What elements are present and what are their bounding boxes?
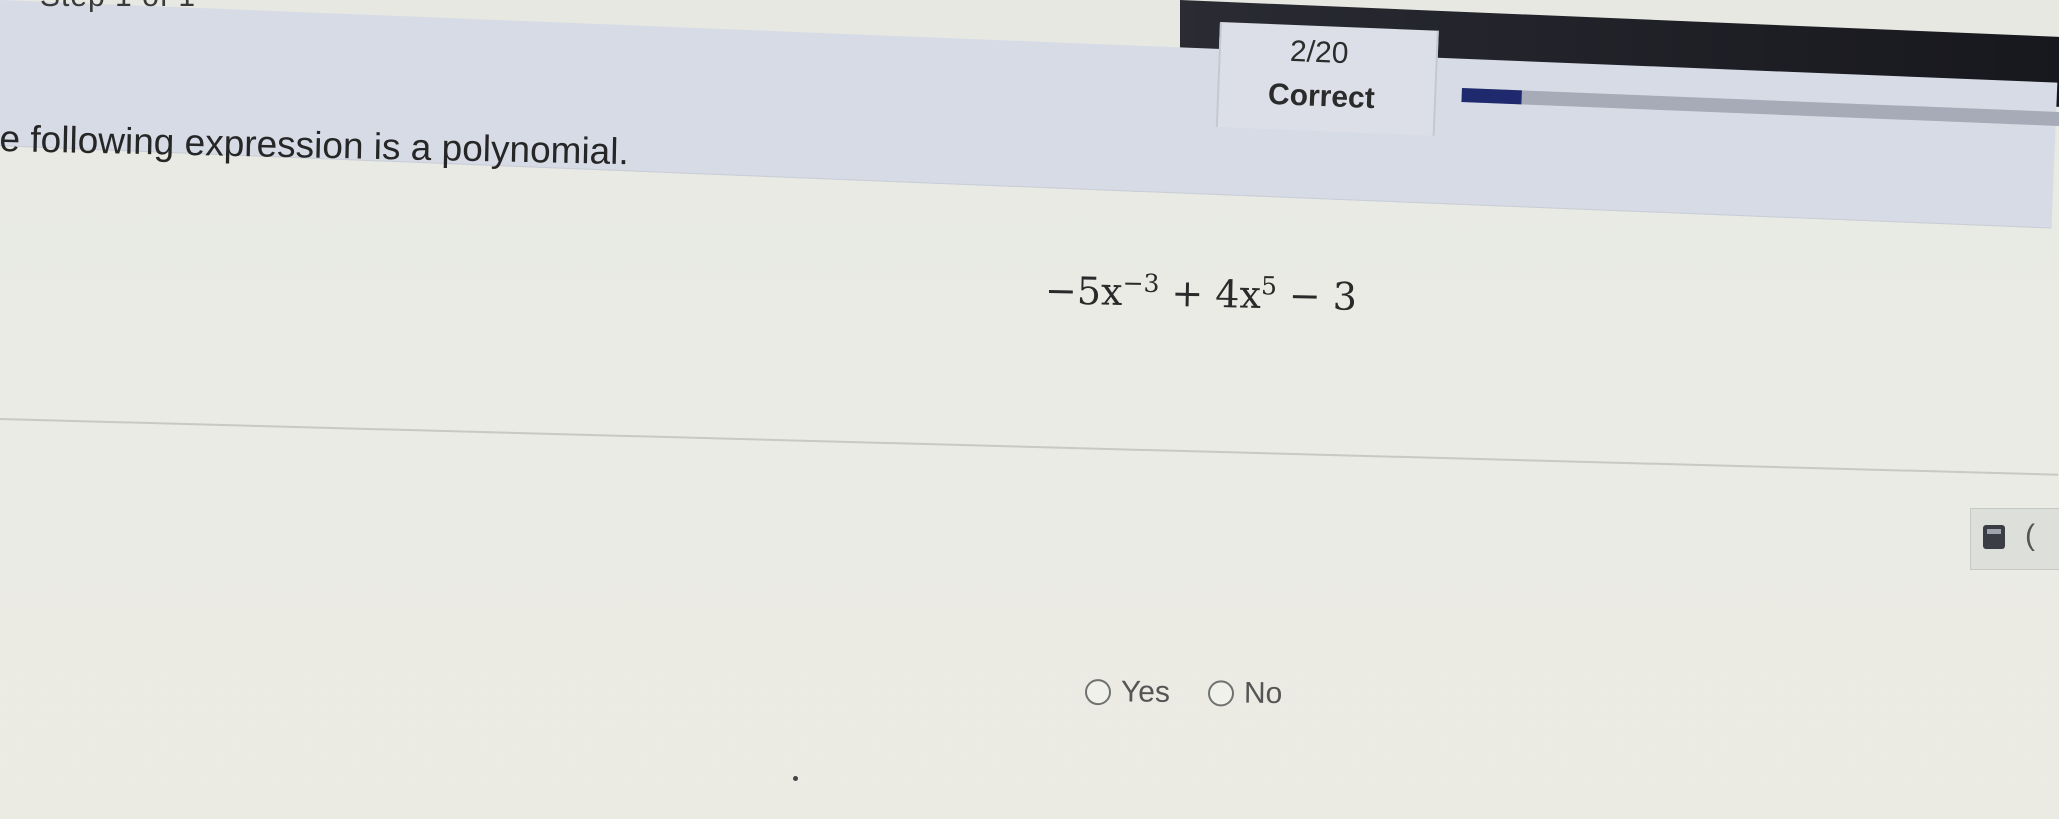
- expression-term2: + 4x: [1158, 270, 1262, 317]
- option-yes[interactable]: Yes: [1084, 675, 1171, 710]
- yes-label: Yes: [1120, 675, 1171, 709]
- calculator-icon[interactable]: [1983, 525, 2005, 549]
- expression-term1-exponent: −3: [1122, 268, 1160, 299]
- no-radio[interactable]: [1207, 680, 1235, 707]
- math-expression: −5x−3 + 4x5 − 3: [1045, 267, 1358, 319]
- step-indicator: Step 1 of 1: [40, 0, 196, 14]
- no-label: No: [1243, 676, 1283, 711]
- answer-options: Yes No: [1084, 675, 1283, 711]
- calculator-widget[interactable]: (: [1970, 508, 2059, 570]
- score-count: 2/20: [1289, 34, 1350, 71]
- expression-term2-exponent: 5: [1260, 271, 1278, 301]
- expression-term1: −5x: [1044, 268, 1123, 315]
- progress-bar-fill: [1461, 88, 1522, 105]
- side-widget-glyph: (: [2025, 519, 2035, 552]
- divider: [0, 418, 2059, 476]
- score-status: Correct: [1267, 77, 1376, 116]
- yes-radio[interactable]: [1084, 678, 1112, 706]
- option-no[interactable]: No: [1207, 676, 1283, 711]
- expression-term3: − 3: [1276, 273, 1358, 319]
- screen-speck: [793, 776, 798, 781]
